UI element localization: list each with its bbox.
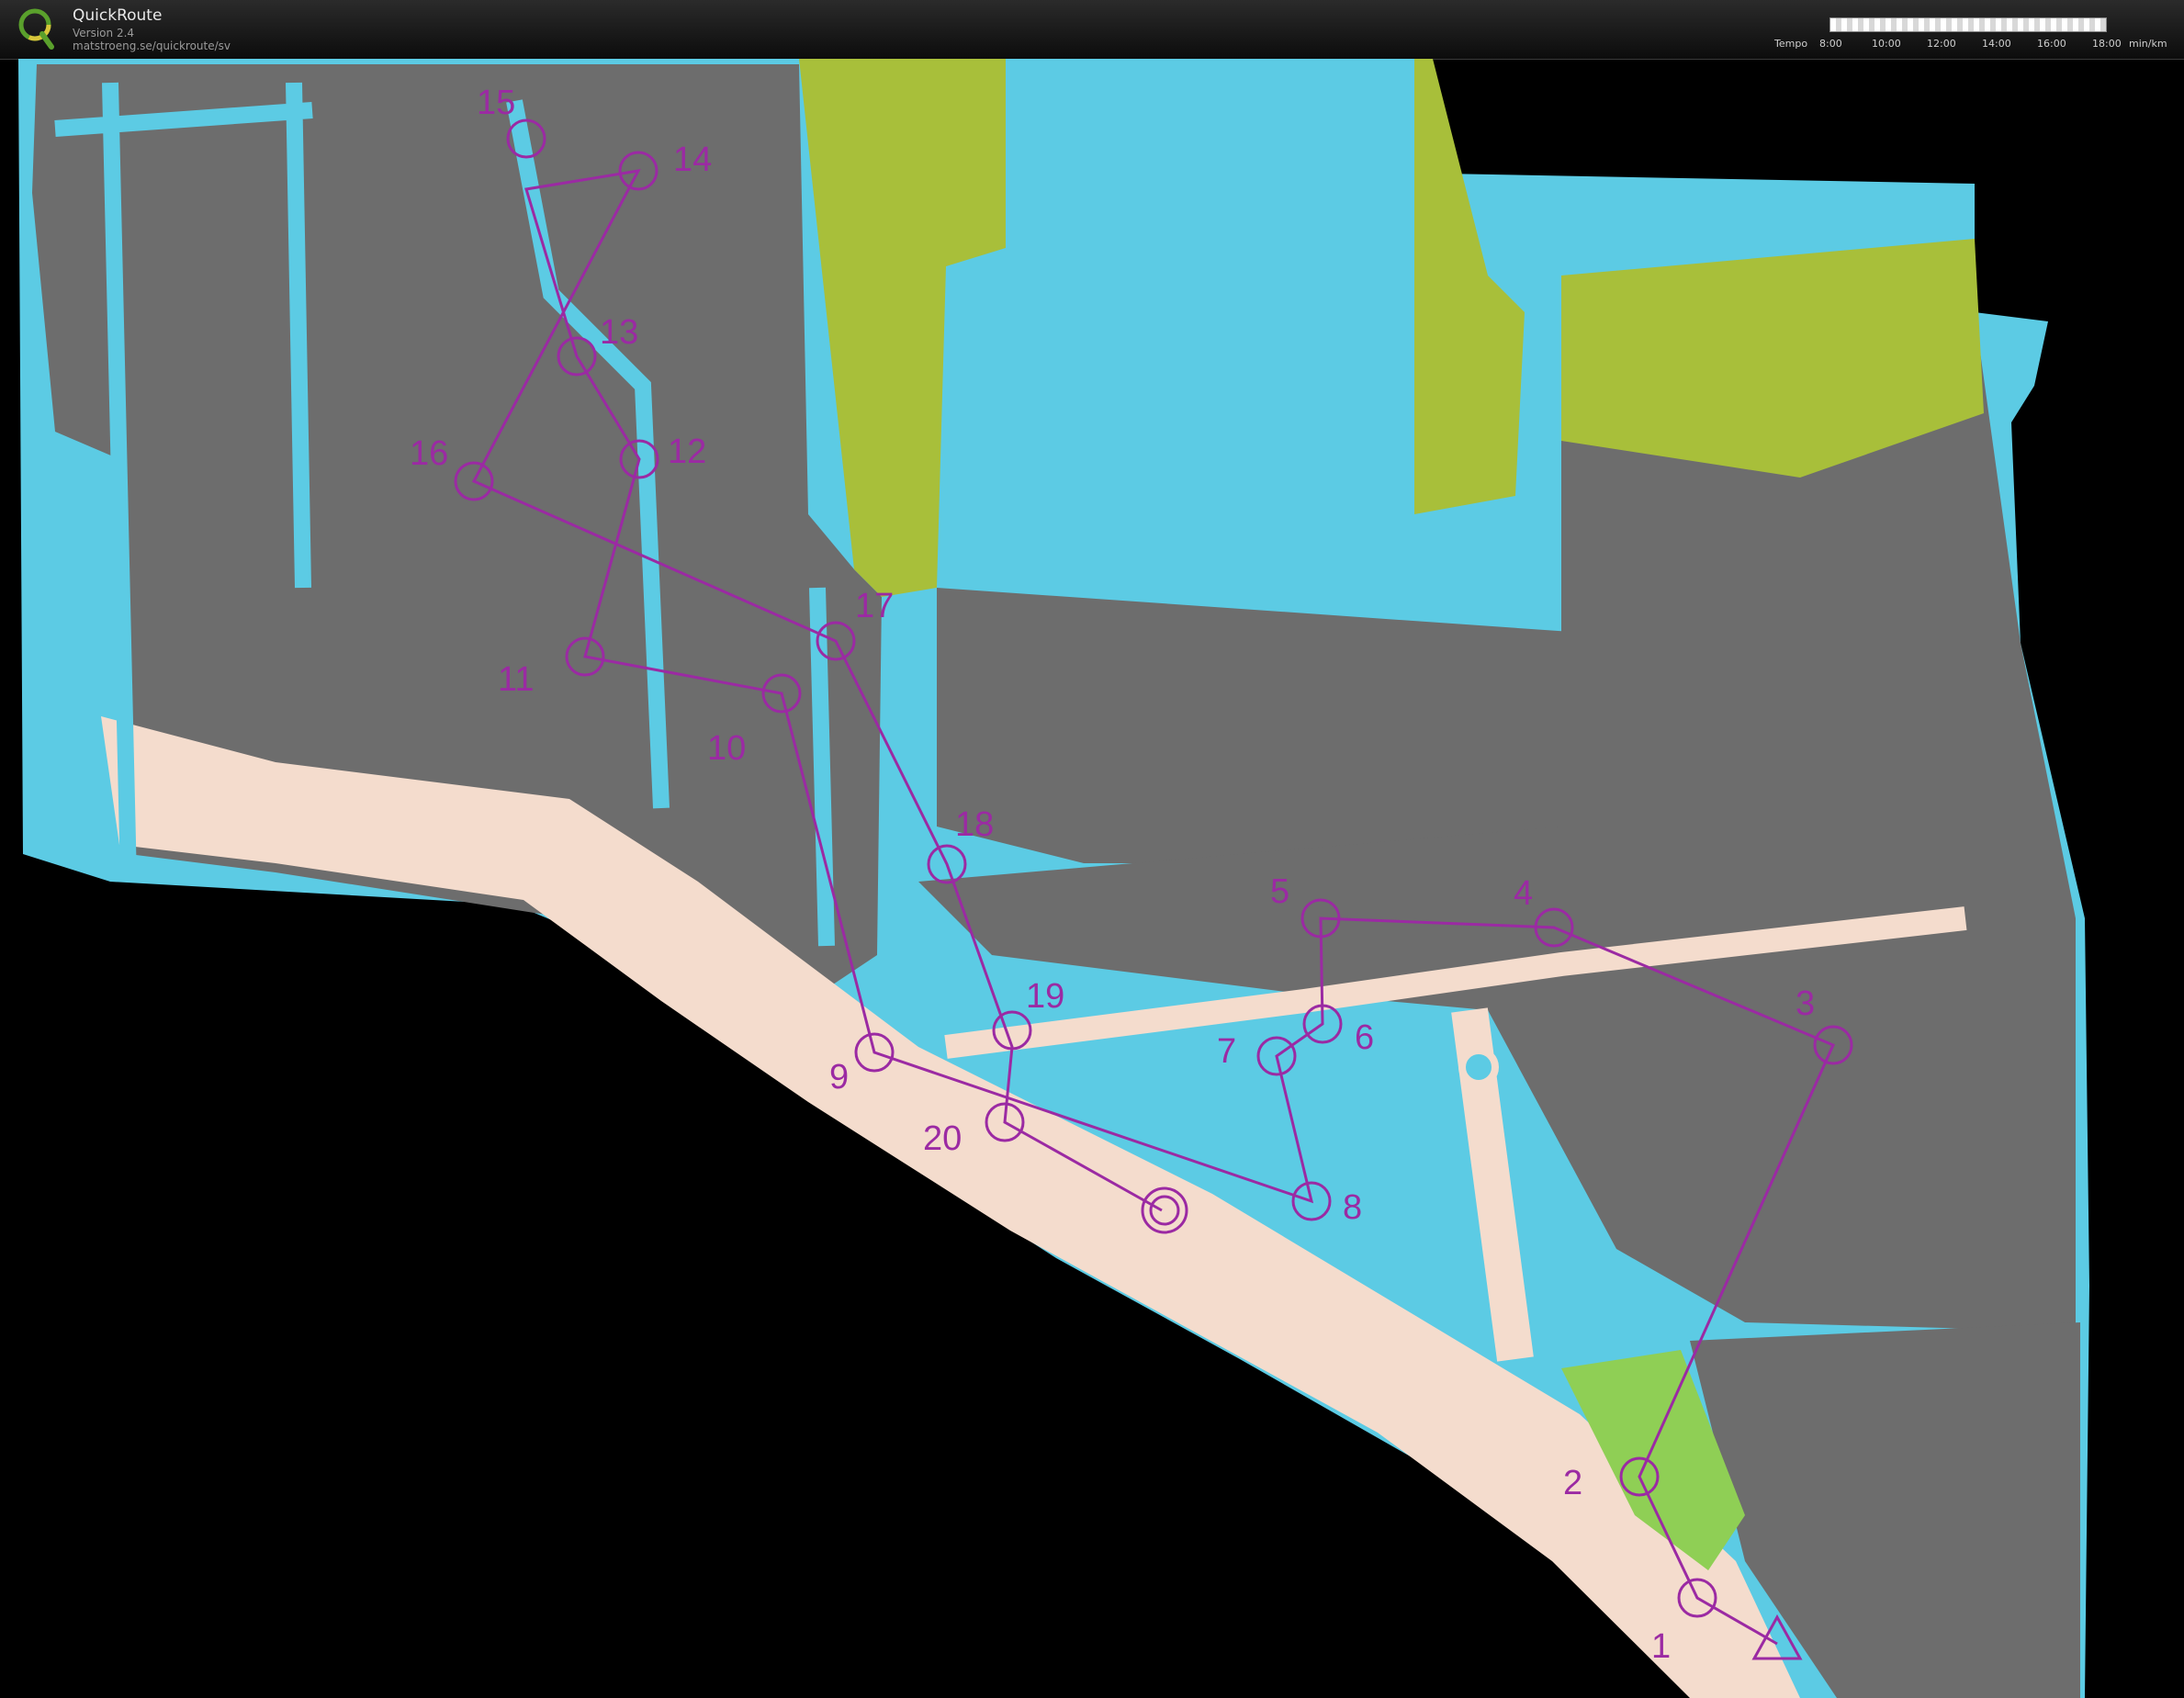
control-number-1: 1: [1651, 1627, 1671, 1666]
control-number-4: 4: [1514, 874, 1533, 913]
control-number-6: 6: [1355, 1018, 1374, 1057]
industrial-blocks: [937, 588, 1598, 863]
control-number-19: 19: [1026, 977, 1064, 1016]
app-version: Version 2.4: [73, 27, 135, 39]
control-number-8: 8: [1343, 1188, 1362, 1227]
orienteering-map[interactable]: 1 2 3 4 5 6 7 8 9 10 11 12 13 14 15 16 1…: [0, 59, 2184, 1698]
tempo-color-scale: [1829, 17, 2107, 32]
control-number-16: 16: [410, 434, 448, 473]
control-number-10: 10: [707, 729, 746, 768]
tempo-tick: 12:00: [1927, 38, 1956, 50]
control-number-17: 17: [855, 587, 894, 625]
control-number-15: 15: [477, 84, 515, 122]
control-number-13: 13: [600, 313, 638, 352]
control-number-12: 12: [668, 433, 706, 471]
control-number-11: 11: [498, 660, 534, 699]
control-number-18: 18: [955, 805, 994, 844]
tempo-tick: 16:00: [2037, 38, 2066, 50]
tempo-tick: 18:00: [2092, 38, 2122, 50]
tempo-label: Tempo: [1774, 38, 1808, 50]
tempo-tick: 10:00: [1872, 38, 1901, 50]
app-url: matstroeng.se/quickroute/sv: [73, 39, 231, 52]
control-number-2: 2: [1563, 1464, 1582, 1502]
app-title: QuickRoute: [73, 6, 163, 25]
fountain: [1458, 1047, 1499, 1087]
quickroute-logo-icon: [18, 8, 54, 50]
control-number-5: 5: [1270, 872, 1289, 911]
app-header: QuickRoute Version 2.4 matstroeng.se/qui…: [0, 0, 2184, 60]
tempo-unit: min/km: [2129, 38, 2167, 50]
control-number-20: 20: [923, 1119, 962, 1158]
control-number-9: 9: [829, 1058, 849, 1096]
control-number-3: 3: [1796, 984, 1815, 1023]
control-number-7: 7: [1217, 1032, 1236, 1071]
tempo-tick: 14:00: [1982, 38, 2011, 50]
tempo-tick: 8:00: [1819, 38, 1842, 50]
control-number-14: 14: [673, 141, 712, 179]
harbour-basin: [1006, 59, 1414, 514]
